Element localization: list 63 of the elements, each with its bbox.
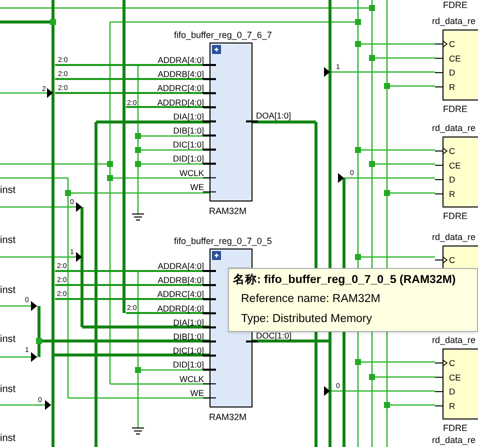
cell-type: RAM32M bbox=[209, 412, 247, 422]
pin-label: D bbox=[449, 386, 456, 397]
pin-label: WE bbox=[190, 182, 204, 192]
pin-label: D bbox=[449, 68, 456, 78]
pin-label: DID[1:0] bbox=[172, 154, 204, 164]
cell-name: rd_data_re bbox=[432, 232, 476, 242]
pin-label: DOC[1:0] bbox=[256, 330, 292, 340]
tooltip-title: 名称: fifo_buffer_reg_0_7_0_5 (RAM32M) bbox=[233, 272, 457, 288]
cell-type: FDRE bbox=[443, 104, 468, 114]
flip-flop-block[interactable] bbox=[434, 136, 478, 208]
pin-label: DIB[1:0] bbox=[173, 126, 204, 136]
pin-label: DIC[1:0] bbox=[172, 140, 204, 150]
port-label: inst bbox=[0, 185, 16, 196]
pin-label: ADDRA[4:0] bbox=[158, 55, 204, 65]
pin-label: WCLK bbox=[179, 374, 204, 384]
pin-label: CE bbox=[449, 160, 461, 170]
pin-label: DID[1:0] bbox=[172, 360, 204, 370]
expand-icon[interactable] bbox=[212, 45, 221, 54]
tooltip-text: Reference name: RAM32M bbox=[240, 292, 382, 307]
cell-name: fifo_buffer_reg_0_7_0_5 bbox=[174, 236, 272, 246]
pin-label: D bbox=[449, 174, 456, 185]
pin-label: WE bbox=[190, 388, 204, 398]
pin-label: DIA[1:0] bbox=[173, 317, 204, 328]
port-label: inst bbox=[0, 334, 16, 345]
pin-label: C bbox=[449, 146, 456, 156]
flip-flop-block[interactable] bbox=[434, 30, 478, 100]
pin-label: ADDRB[4:0] bbox=[158, 275, 204, 286]
port-label: inst bbox=[0, 384, 16, 395]
pin-label: R bbox=[449, 400, 456, 411]
cell-name: rd_data_re bbox=[432, 123, 476, 133]
pin-label: R bbox=[449, 82, 456, 92]
pin-label: DOA[1:0] bbox=[256, 110, 291, 120]
pin-label: CE bbox=[449, 53, 461, 64]
cell-name: rd_data_re bbox=[432, 435, 476, 445]
cell-name: fifo_buffer_reg_0_7_6_7 bbox=[174, 30, 272, 40]
pin-label: DIB[1:0] bbox=[173, 332, 204, 342]
port-label: inst bbox=[0, 285, 16, 296]
pin-label: C bbox=[449, 358, 456, 368]
pin-label: ADDRD[4:0] bbox=[157, 97, 204, 108]
pin-label: C bbox=[449, 39, 456, 49]
port-label: inst bbox=[0, 235, 16, 246]
ram-block[interactable] bbox=[202, 42, 258, 202]
tooltip-text: Type: Distributed Memory bbox=[240, 312, 374, 327]
pin-label: C bbox=[449, 255, 456, 265]
pin-label: CE bbox=[449, 372, 461, 382]
expand-icon[interactable] bbox=[212, 251, 221, 260]
pin-label: WCLK bbox=[179, 168, 204, 178]
pin-label: DIA[1:0] bbox=[173, 111, 204, 122]
cell-name: rd_data_re bbox=[432, 335, 476, 345]
cell-type: RAM32M bbox=[209, 206, 247, 216]
pin-label: ADDRB[4:0] bbox=[158, 69, 204, 80]
pin-label: R bbox=[449, 188, 456, 199]
cell-type: FDRE bbox=[443, 423, 468, 433]
port-label: inst bbox=[0, 433, 16, 444]
pin-label: DIC[1:0] bbox=[172, 346, 204, 356]
pin-label: ADDRC[4:0] bbox=[157, 83, 204, 94]
cell-type: FDRE bbox=[443, 211, 468, 221]
pin-label: ADDRD[4:0] bbox=[157, 303, 204, 314]
flip-flop-block[interactable] bbox=[434, 348, 478, 420]
cell-type: FDRE bbox=[443, 0, 468, 10]
pin-label: ADDRC[4:0] bbox=[157, 289, 204, 300]
cell-name: rd_data_re bbox=[432, 16, 476, 26]
pin-label: ADDRA[4:0] bbox=[158, 261, 204, 271]
